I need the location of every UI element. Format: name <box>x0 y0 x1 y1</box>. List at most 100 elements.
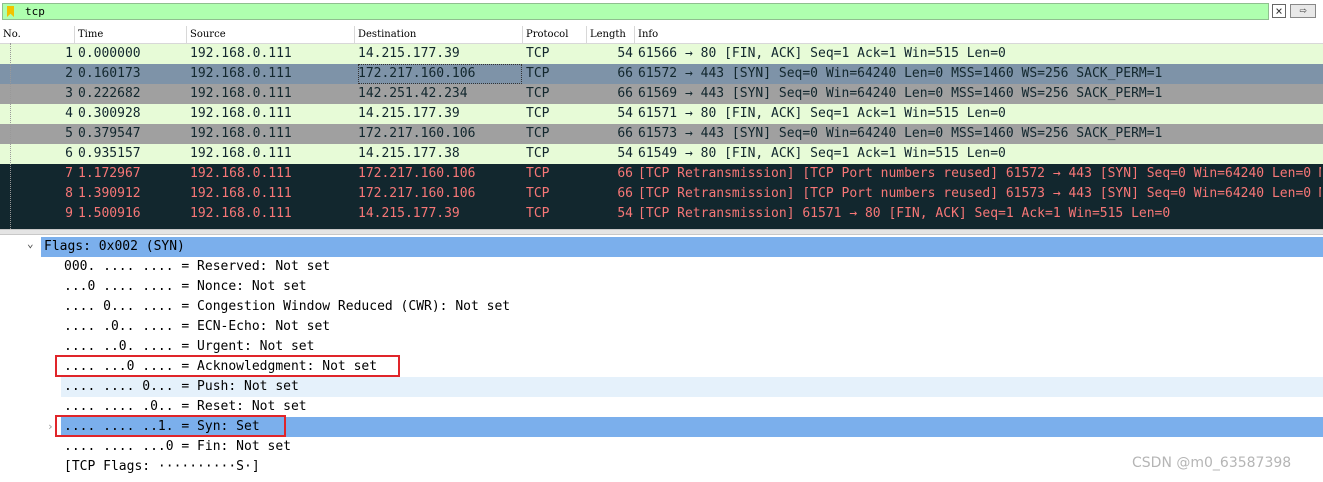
column-info[interactable]: Info <box>635 26 1323 43</box>
cell-protocol: TCP <box>526 126 550 141</box>
detail-text: [TCP Flags: ··········S·] <box>64 459 260 474</box>
cell-source: 192.168.0.111 <box>190 146 292 161</box>
cell-time: 0.379547 <box>78 126 141 141</box>
cell-protocol: TCP <box>526 146 550 161</box>
cell-destination: 172.217.160.106 <box>358 64 522 84</box>
packet-list-header: No. Time Source Destination Protocol Len… <box>0 26 1323 44</box>
column-time[interactable]: Time <box>75 26 187 43</box>
cell-time: 1.172967 <box>78 166 141 181</box>
cell-destination: 172.217.160.106 <box>358 186 476 201</box>
cell-length: 66 <box>617 86 633 101</box>
cell-protocol: TCP <box>526 66 550 81</box>
clear-filter-icon[interactable]: × <box>1272 4 1286 18</box>
packet-details-pane: ⌄ Flags: 0x002 (SYN) 000. .... .... = Rese… <box>0 235 1323 482</box>
packet-row[interactable]: 6 0.935157 192.168.0.111 14.215.177.38 TCP 54… <box>0 144 1323 164</box>
packet-row[interactable]: 5 0.379547 192.168.0.111 172.217.160.106 TCP… <box>0 124 1323 144</box>
detail-text: .... .0.. .... = ECN-Echo: Not set <box>64 319 331 334</box>
detail-text: .... 0... .... = Congestion Window Reduc… <box>64 299 511 314</box>
cell-length: 66 <box>617 66 633 81</box>
cell-protocol: TCP <box>526 206 550 221</box>
cell-protocol: TCP <box>526 46 550 61</box>
flag-bit-item[interactable]: ...0 .... .... = Nonce: Not set <box>0 277 1323 297</box>
cell-length: 66 <box>617 166 633 181</box>
filter-value: tcp <box>25 5 45 18</box>
packet-row[interactable]: 4 0.300928 192.168.0.111 14.215.177.39 TCP 54… <box>0 104 1323 124</box>
flag-bit-item[interactable]: .... .0.. .... = ECN-Echo: Not set <box>0 317 1323 337</box>
cell-source: 192.168.0.111 <box>190 106 292 121</box>
flag-bit-item[interactable]: [TCP Flags: ··········S·] <box>0 457 1323 477</box>
cell-destination: 14.215.177.39 <box>358 206 460 221</box>
packet-row[interactable]: 2 0.160173 192.168.0.111 172.217.160.106 TCP… <box>0 64 1323 84</box>
packet-row[interactable]: 3 0.222682 192.168.0.111 142.251.42.234 TCP 6… <box>0 84 1323 104</box>
tree-connector-line <box>10 43 11 229</box>
cell-time: 0.000000 <box>78 46 141 61</box>
cell-info: [TCP Retransmission] [TCP Port numbers r… <box>638 166 1321 181</box>
cell-time: 0.300928 <box>78 106 141 121</box>
cell-source: 192.168.0.111 <box>190 206 292 221</box>
cell-info: 61566 → 80 [FIN, ACK] Seq=1 Ack=1 Win=51… <box>638 46 1006 61</box>
flag-bit-item[interactable]: 000. .... .... = Reserved: Not set <box>0 257 1323 277</box>
cell-source: 192.168.0.111 <box>190 86 292 101</box>
cell-destination: 14.215.177.39 <box>358 106 460 121</box>
cell-info: 61571 → 80 [FIN, ACK] Seq=1 Ack=1 Win=51… <box>638 106 1006 121</box>
cell-info: [TCP Retransmission] [TCP Port numbers r… <box>638 186 1321 201</box>
column-length[interactable]: Length <box>587 26 635 43</box>
cell-info: 61569 → 443 [SYN] Seq=0 Win=64240 Len=0 … <box>638 86 1163 101</box>
cell-source: 192.168.0.111 <box>190 126 292 141</box>
packet-row[interactable]: 8 1.390912 192.168.0.111 172.217.160.106 TCP… <box>0 184 1323 204</box>
column-source[interactable]: Source <box>187 26 355 43</box>
cell-length: 66 <box>617 126 633 141</box>
cell-protocol: TCP <box>526 86 550 101</box>
cell-time: 0.935157 <box>78 146 141 161</box>
cell-destination: 172.217.160.106 <box>358 126 476 141</box>
column-no[interactable]: No. <box>0 26 75 43</box>
cell-protocol: TCP <box>526 186 550 201</box>
detail-text: Flags: 0x002 (SYN) <box>44 239 185 254</box>
flag-bit-item[interactable]: .... .... 0... = Push: Not set <box>61 377 1323 397</box>
column-destination[interactable]: Destination <box>355 26 523 43</box>
detail-text: .... .... ...0 = Fin: Not set <box>64 439 291 454</box>
packet-row[interactable]: 7 1.172967 192.168.0.111 172.217.160.106 TCP… <box>0 164 1323 184</box>
detail-text: .... ..0. .... = Urgent: Not set <box>64 339 315 354</box>
cell-source: 192.168.0.111 <box>190 166 292 181</box>
packet-row[interactable]: 1 0.000000 192.168.0.111 14.215.177.39 TCP 54… <box>0 44 1323 64</box>
cell-info: 61549 → 80 [FIN, ACK] Seq=1 Ack=1 Win=51… <box>638 146 1006 161</box>
cell-destination: 172.217.160.106 <box>358 166 476 181</box>
cell-info: [TCP Retransmission] 61571 → 80 [FIN, AC… <box>638 206 1171 221</box>
flags-tree-item[interactable]: ⌄ Flags: 0x002 (SYN) <box>27 237 1323 257</box>
cell-time: 0.160173 <box>78 66 141 81</box>
detail-text: .... .... 0... = Push: Not set <box>64 379 299 394</box>
cell-time: 1.500916 <box>78 206 141 221</box>
apply-filter-icon[interactable]: ⇨ <box>1290 4 1316 18</box>
display-filter-input[interactable]: tcp <box>2 3 1269 20</box>
flag-bit-item[interactable]: .... .... .0.. = Reset: Not set <box>0 397 1323 417</box>
column-protocol[interactable]: Protocol <box>523 26 587 43</box>
packet-row[interactable]: 9 1.500916 192.168.0.111 14.215.177.39 TCP 54… <box>0 204 1323 224</box>
cell-destination: 14.215.177.38 <box>358 146 460 161</box>
cell-time: 1.390912 <box>78 186 141 201</box>
cell-protocol: TCP <box>526 166 550 181</box>
expand-chevron-icon[interactable]: ⌄ <box>27 235 34 254</box>
cell-length: 54 <box>617 46 633 61</box>
cell-source: 192.168.0.111 <box>190 46 292 61</box>
display-filter-bar: tcp × ⇨ <box>0 0 1323 24</box>
cell-source: 192.168.0.111 <box>190 66 292 81</box>
packet-list: No. Time Source Destination Protocol Len… <box>0 26 1323 229</box>
detail-text: 000. .... .... = Reserved: Not set <box>64 259 331 274</box>
bookmark-icon[interactable] <box>7 6 14 17</box>
cell-destination: 14.215.177.39 <box>358 46 460 61</box>
annotation-highlight-box <box>55 415 286 437</box>
annotation-highlight-box <box>55 355 400 377</box>
flag-bit-item[interactable]: .... .... ...0 = Fin: Not set <box>0 437 1323 457</box>
cell-destination: 142.251.42.234 <box>358 86 468 101</box>
cell-length: 54 <box>617 106 633 121</box>
cell-info: 61573 → 443 [SYN] Seq=0 Win=64240 Len=0 … <box>638 126 1163 141</box>
detail-text: ...0 .... .... = Nonce: Not set <box>64 279 307 294</box>
cell-time: 0.222682 <box>78 86 141 101</box>
flag-bit-item[interactable]: .... 0... .... = Congestion Window Reduc… <box>0 297 1323 317</box>
cell-source: 192.168.0.111 <box>190 186 292 201</box>
cell-protocol: TCP <box>526 106 550 121</box>
flag-bit-item[interactable]: .... ..0. .... = Urgent: Not set <box>0 337 1323 357</box>
watermark: CSDN @m0_63587398 <box>1132 455 1292 471</box>
collapse-chevron-icon[interactable]: › <box>47 417 54 437</box>
